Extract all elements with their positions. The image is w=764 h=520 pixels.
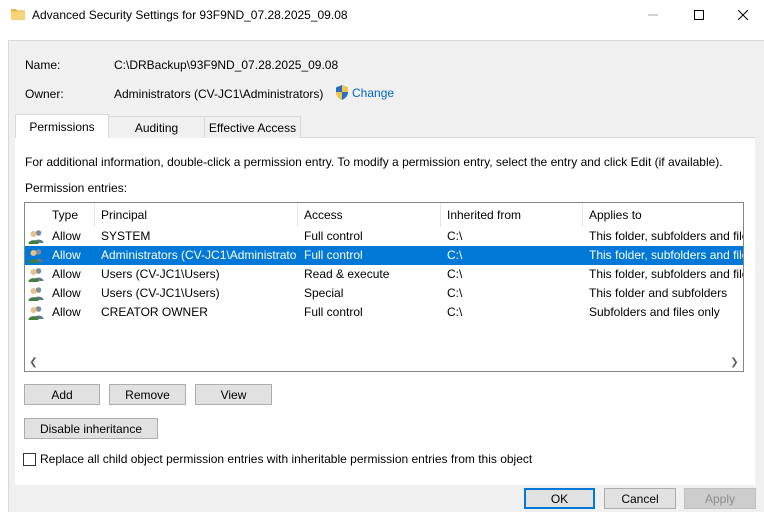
cell-applies-to: Subfolders and files only: [589, 305, 720, 319]
ok-button[interactable]: OK: [524, 488, 595, 509]
users-group-icon: [28, 306, 44, 320]
users-group-icon: [28, 249, 44, 263]
add-button[interactable]: Add: [24, 384, 100, 405]
replace-child-permissions-option[interactable]: Replace all child object permission entr…: [23, 452, 532, 466]
column-header-inherited-from[interactable]: Inherited from: [441, 203, 583, 227]
close-icon: [738, 10, 748, 20]
cell-applies-to: This folder, subfolders and files: [589, 229, 743, 243]
permission-entry-row[interactable]: Allow SYSTEM Full control C:\ This folder, s…: [25, 227, 743, 246]
permission-entry-row[interactable]: Allow Users (CV-JC1\Users) Read & execute C…: [25, 265, 743, 284]
column-header-access[interactable]: Access: [298, 203, 441, 227]
uac-shield-icon: [336, 85, 348, 100]
cell-access: Full control: [304, 248, 363, 262]
cell-principal: SYSTEM: [101, 229, 151, 243]
cell-applies-to: This folder, subfolders and files: [589, 267, 743, 281]
close-button[interactable]: [720, 0, 764, 30]
apply-button[interactable]: Apply: [684, 488, 756, 509]
cell-principal: Users (CV-JC1\Users): [101, 286, 220, 300]
cell-type: Allow: [52, 229, 81, 243]
minimize-button[interactable]: [630, 0, 676, 30]
name-value: C:\DRBackup\93F9ND_07.28.2025_09.08: [114, 58, 339, 72]
tab-auditing-label: Auditing: [134, 120, 179, 135]
cell-access: Read & execute: [304, 267, 390, 281]
folder-icon: [11, 9, 25, 20]
tab-effective-access-label: Effective Access: [208, 120, 297, 135]
replace-child-permissions-label: Replace all child object permission entr…: [40, 452, 533, 466]
description-text: For additional information, double-click…: [25, 155, 723, 169]
replace-child-permissions-checkbox[interactable]: [23, 452, 36, 466]
change-owner-link[interactable]: Change: [335, 85, 394, 100]
cell-inherited-from: C:\: [447, 286, 463, 300]
horizontal-scrollbar[interactable]: ❮ ❯: [25, 354, 743, 371]
cell-applies-to: This folder, subfolders and files: [589, 248, 743, 262]
remove-button[interactable]: Remove: [109, 384, 186, 405]
tab-permissions-label: Permissions: [29, 119, 95, 134]
cell-applies-to: This folder and subfolders: [589, 286, 728, 300]
users-group-icon: [28, 230, 44, 244]
tab-auditing[interactable]: Auditing: [108, 116, 205, 138]
maximize-button[interactable]: [676, 0, 722, 30]
users-group-icon: [28, 268, 44, 282]
title-bar: Advanced Security Settings for 93F9ND_07…: [0, 0, 764, 30]
cell-principal: Users (CV-JC1\Users): [101, 267, 220, 281]
cell-type: Allow: [52, 286, 81, 300]
owner-label: Owner:: [25, 87, 64, 101]
users-group-icon: [28, 287, 44, 301]
view-button[interactable]: View: [195, 384, 272, 405]
owner-value: Administrators (CV-JC1\Administrators): [114, 87, 324, 101]
cell-principal: CREATOR OWNER: [101, 305, 208, 319]
permission-entry-row[interactable]: Allow CREATOR OWNER Full control C:\ Subfold…: [25, 303, 743, 322]
cell-inherited-from: C:\: [447, 305, 463, 319]
list-header: Type Principal Access Inherited from App…: [25, 203, 743, 227]
change-link-label: Change: [352, 85, 395, 100]
tab-effective-access[interactable]: Effective Access: [204, 116, 301, 138]
column-header-applies-to[interactable]: Applies to: [583, 203, 743, 227]
cell-inherited-from: C:\: [447, 267, 463, 281]
tab-permissions[interactable]: Permissions: [15, 114, 109, 138]
cell-type: Allow: [52, 305, 81, 319]
permission-entry-row[interactable]: Allow Users (CV-JC1\Users) Special C:\ This …: [25, 284, 743, 303]
window-title: Advanced Security Settings for 93F9ND_07…: [32, 8, 348, 22]
cell-access: Full control: [304, 229, 363, 243]
cancel-button[interactable]: Cancel: [604, 488, 676, 509]
maximize-icon: [694, 10, 704, 20]
cell-inherited-from: C:\: [447, 229, 463, 243]
scroll-right-icon[interactable]: ❯: [726, 354, 743, 371]
disable-inheritance-button[interactable]: Disable inheritance: [24, 418, 158, 439]
cell-access: Special: [304, 286, 344, 300]
scroll-left-icon[interactable]: ❮: [25, 354, 42, 371]
minimize-icon: [648, 14, 658, 16]
permission-entry-row[interactable]: Allow Administrators (CV-JC1\Administrato…: [25, 246, 743, 265]
permission-entries-label: Permission entries:: [25, 181, 128, 195]
name-label: Name:: [25, 58, 61, 72]
cell-principal: Administrators (CV-JC1\Administrators): [101, 248, 296, 262]
column-header-principal[interactable]: Principal: [95, 203, 298, 227]
cell-type: Allow: [52, 248, 81, 262]
permission-entries-list[interactable]: Type Principal Access Inherited from App…: [24, 202, 744, 372]
cell-access: Full control: [304, 305, 363, 319]
cell-inherited-from: C:\: [447, 248, 463, 262]
column-header-type[interactable]: Type: [46, 203, 95, 227]
cell-type: Allow: [52, 267, 81, 281]
